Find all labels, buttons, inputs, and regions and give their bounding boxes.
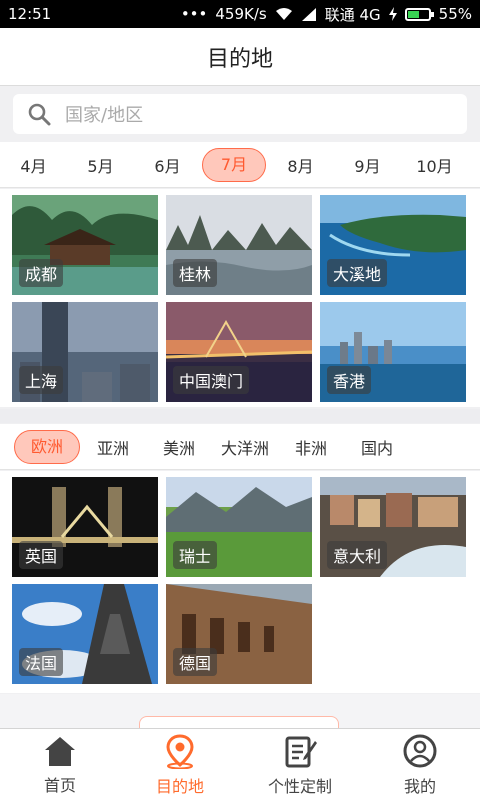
search-icon (28, 103, 51, 126)
month-tab[interactable]: 5月 (67, 153, 134, 177)
tab-label: 我的 (403, 776, 436, 796)
search-area: 国家/地区 (0, 86, 480, 142)
tab-label: 首页 (43, 775, 76, 795)
month-tab[interactable]: 6月 (134, 153, 201, 177)
user-icon (403, 734, 437, 767)
status-dots: ••• (180, 5, 208, 23)
carrier-label: 联通 4G (324, 5, 381, 24)
destination-label: 成都 (19, 259, 64, 287)
destination-label: 意大利 (327, 541, 388, 569)
signal-icon (301, 7, 316, 21)
destination-card[interactable]: 上海 (12, 302, 158, 402)
region-tab[interactable]: 美洲 (146, 435, 212, 459)
search-placeholder: 国家/地区 (65, 105, 144, 126)
destination-label: 大溪地 (327, 259, 388, 287)
charging-icon (388, 7, 397, 21)
destination-label: 香港 (327, 366, 372, 394)
tab-label: 目的地 (155, 776, 204, 796)
destination-card[interactable]: 英国 (12, 477, 158, 577)
region-selector: 欧洲 亚洲 美洲 大洋洲 非洲 国内 (0, 424, 480, 470)
destination-label: 桂林 (173, 259, 218, 287)
month-tab[interactable]: 9月 (334, 153, 401, 177)
wifi-icon (275, 8, 292, 20)
battery-percent: 55% (438, 5, 472, 23)
month-destination-grid: 成都 桂林 大溪地 上海 中国澳门 香港 (0, 189, 480, 407)
bottom-tab-bar: 首页 目的地 个性定制 我的 (0, 728, 480, 800)
month-tab[interactable]: 10月 (401, 153, 468, 177)
tab-destination[interactable]: 目的地 (120, 729, 240, 800)
battery-icon (404, 7, 434, 21)
network-speed: 459K/s (215, 5, 267, 23)
destination-card[interactable]: 德国 (166, 584, 312, 684)
status-bar: 12:51 ••• 459K/s 联通 4G 55% (0, 0, 480, 28)
region-tab[interactable]: 大洋洲 (212, 435, 278, 459)
page-title: 目的地 (206, 46, 273, 72)
more-area (0, 694, 480, 736)
region-tab[interactable]: 亚洲 (80, 435, 146, 459)
destination-label: 法国 (19, 648, 64, 676)
region-destination-grid: 英国 瑞士 意大利 法国 德国 (0, 471, 480, 693)
month-tab[interactable]: 4月 (0, 153, 67, 177)
month-tab[interactable]: 7月 (202, 147, 266, 182)
month-selector: 4月 5月 6月 7月 8月 9月 10月 (0, 142, 480, 188)
region-tab[interactable]: 国内 (344, 435, 410, 459)
location-pin-icon (166, 733, 194, 769)
home-icon (45, 736, 75, 766)
destination-label: 德国 (173, 648, 218, 676)
destination-label: 瑞士 (173, 541, 218, 569)
destination-label: 上海 (19, 366, 64, 394)
destination-card[interactable]: 法国 (12, 584, 158, 684)
tab-mine[interactable]: 我的 (360, 729, 480, 800)
section-divider (0, 409, 480, 423)
month-tab[interactable]: 8月 (267, 153, 334, 177)
destination-label: 中国澳门 (173, 366, 250, 394)
tab-home[interactable]: 首页 (0, 729, 120, 800)
destination-card[interactable]: 中国澳门 (166, 302, 312, 402)
destination-card[interactable]: 大溪地 (320, 195, 466, 295)
destination-card[interactable]: 意大利 (320, 477, 466, 577)
page-title-bar: 目的地 (0, 28, 480, 86)
search-input[interactable]: 国家/地区 (13, 94, 467, 134)
destination-card[interactable]: 成都 (12, 195, 158, 295)
region-tab[interactable]: 非洲 (278, 435, 344, 459)
tab-label: 个性定制 (267, 776, 332, 796)
edit-note-icon (285, 736, 317, 767)
region-tab[interactable]: 欧洲 (14, 429, 80, 464)
destination-card[interactable]: 瑞士 (166, 477, 312, 577)
status-time: 12:51 (8, 5, 52, 23)
destination-label: 英国 (19, 541, 64, 569)
destination-card[interactable]: 香港 (320, 302, 466, 402)
tab-custom[interactable]: 个性定制 (240, 729, 360, 800)
destination-card[interactable]: 桂林 (166, 195, 312, 295)
